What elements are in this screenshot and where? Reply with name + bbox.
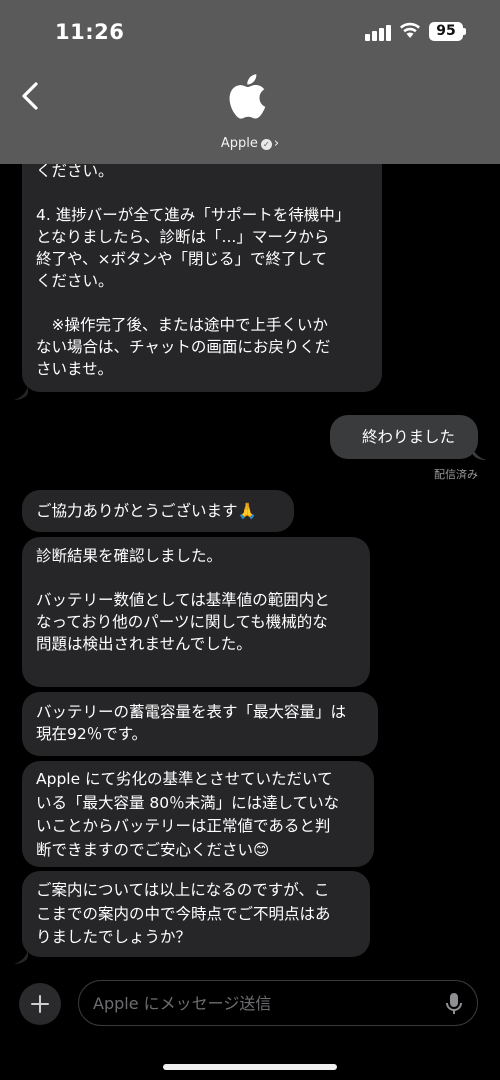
message-bubble-outgoing[interactable]: 終わりました (330, 415, 478, 459)
battery-tip (463, 28, 466, 35)
apple-logo-icon[interactable] (223, 66, 275, 126)
message-bubble-incoming[interactable]: バッテリーの蓄電容量を表す「最大容量」は 現在92％です。 (22, 692, 378, 756)
message-composer (78, 980, 478, 1026)
status-bar: 11:26 95 (0, 0, 500, 60)
message-bubble-incoming[interactable]: ください。 4. 進捗バーが全て進み「サポートを待機中」 となりましたら、診断は… (22, 138, 382, 392)
message-bubble-incoming[interactable]: Apple にて劣化の基準とさせていただいて いる「最大容量 80％未満」には達… (22, 761, 374, 867)
add-attachment-button[interactable] (19, 983, 61, 1025)
wifi-icon (400, 22, 420, 38)
chevron-right-icon: › (273, 136, 280, 151)
battery-indicator: 95 (429, 22, 463, 41)
contact-name[interactable]: Apple ✓ › (0, 136, 500, 151)
message-bubble-incoming[interactable]: 診断結果を確認しました。 バッテリー数値としては基準値の範囲内と なっており他の… (22, 537, 370, 687)
home-indicator[interactable] (163, 1064, 337, 1070)
bubble-tail (14, 386, 28, 400)
chevron-left-icon[interactable] (16, 78, 46, 114)
verified-badge-icon: ✓ (260, 139, 272, 150)
conversation-header: 11:26 95 Apple ✓ › (0, 0, 500, 164)
bubble-tail (14, 950, 28, 964)
message-bubble-incoming[interactable]: ご案内については以上になるのですが、こ こまでの案内の中で今時点でご不明点はあ … (22, 871, 370, 957)
message-bubble-incoming[interactable]: ご協力ありがとうございます🙏 (22, 490, 294, 532)
contact-name-label: Apple (220, 136, 258, 151)
microphone-icon[interactable] (443, 992, 465, 1016)
delivered-status: 配信済み (434, 468, 478, 481)
cellular-signal-icon (365, 23, 391, 41)
bubble-tail (472, 446, 486, 460)
clock: 11:26 (55, 20, 125, 44)
message-input[interactable] (93, 989, 433, 1017)
messages-app: ください。 4. 進捗バーが全て進み「サポートを待機中」 となりましたら、診断は… (0, 0, 500, 1080)
